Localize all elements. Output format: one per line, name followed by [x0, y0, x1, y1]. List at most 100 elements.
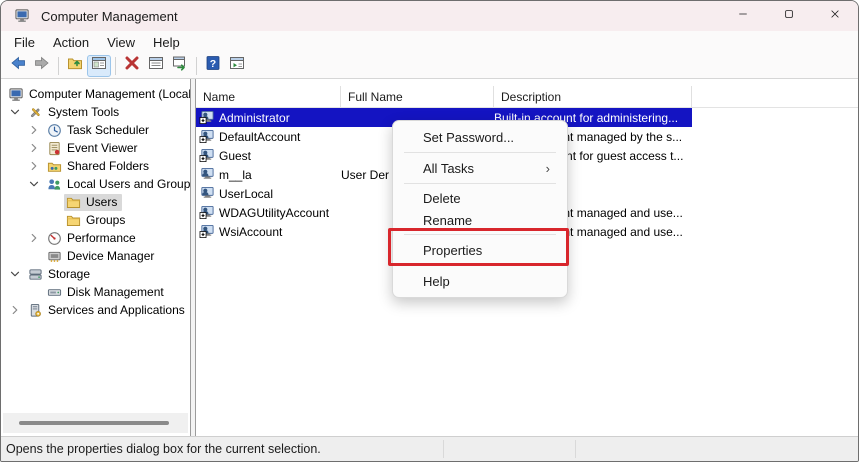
- toolbar-button-help-question[interactable]: ?: [201, 55, 225, 77]
- shared-folders-icon: [47, 159, 62, 174]
- toolbar-separator: [196, 57, 197, 75]
- toolbar-button-forward-arrow[interactable]: [30, 55, 54, 77]
- column-header-name[interactable]: Name: [196, 86, 341, 107]
- tree-item-device-manager[interactable]: Device Manager: [1, 247, 190, 265]
- context-menu-item-rename[interactable]: Rename: [396, 209, 564, 231]
- tree-item-shared-folders[interactable]: Shared Folders: [1, 157, 190, 175]
- context-menu-item-delete[interactable]: Delete: [396, 187, 564, 209]
- user-account-icon-disabled: [199, 205, 215, 220]
- column-header-full-name[interactable]: Full Name: [341, 86, 494, 107]
- context-menu-item-label: Rename: [423, 213, 472, 228]
- tree-item-content: Device Manager: [45, 248, 159, 265]
- user-account-icon-disabled: [199, 224, 215, 239]
- toolbar-button-properties-window[interactable]: [144, 55, 168, 77]
- user-name-cell: m__la: [196, 165, 341, 184]
- menu-action[interactable]: Action: [44, 33, 98, 52]
- chevron-right-icon[interactable]: [8, 303, 22, 317]
- context-menu-item-label: Set Password...: [423, 130, 514, 145]
- tree-item-content: Local Users and Groups: [45, 176, 191, 193]
- tree-item-users[interactable]: Users: [1, 193, 190, 211]
- user-name-cell: DefaultAccount: [196, 127, 341, 146]
- user-name: UserLocal: [219, 187, 273, 201]
- tree-item-label: System Tools: [48, 105, 119, 119]
- folder-icon: [66, 195, 81, 210]
- tree-item-label: Users: [86, 195, 117, 209]
- tree-item-storage[interactable]: Storage: [1, 265, 190, 283]
- help-question-icon: ?: [204, 55, 222, 76]
- status-bar: Opens the properties dialog box for the …: [1, 436, 858, 461]
- column-header-description[interactable]: Description: [494, 86, 692, 107]
- tree-item-disk-management[interactable]: Disk Management: [1, 283, 190, 301]
- maximize-button[interactable]: [766, 1, 812, 31]
- task-scheduler-icon: [47, 123, 62, 138]
- tree-item-event-viewer[interactable]: Event Viewer: [1, 139, 190, 157]
- user-name: Administrator: [219, 111, 290, 125]
- window-title: Computer Management: [41, 9, 178, 24]
- status-bar-divider: [443, 440, 444, 458]
- computer-management-app-icon: [15, 8, 31, 24]
- tree-item-local-users-and-groups[interactable]: Local Users and Groups: [1, 175, 190, 193]
- tree-item-label: Performance: [67, 231, 136, 245]
- tree-scrollbar-thumb[interactable]: [19, 421, 169, 425]
- chevron-down-icon[interactable]: [8, 267, 22, 281]
- forward-arrow-icon: [33, 55, 51, 76]
- folder-icon: [66, 213, 81, 228]
- chevron-down-icon[interactable]: [8, 105, 22, 119]
- tree-item-services-and-applications[interactable]: Services and Applications: [1, 301, 190, 319]
- tree-item-groups[interactable]: Groups: [1, 211, 190, 229]
- chevron-right-icon[interactable]: [27, 231, 41, 245]
- tree-item-label: Event Viewer: [67, 141, 137, 155]
- tree-item-content: System Tools: [26, 104, 124, 121]
- tree-horizontal-scrollbar[interactable]: [3, 413, 188, 433]
- storage-icon: [28, 267, 43, 282]
- console-tree: Computer Management (Local System Tools Ta…: [1, 85, 190, 319]
- menu-file[interactable]: File: [5, 33, 44, 52]
- show-console-tree-icon: [90, 55, 108, 76]
- toolbar-button-up-one-level[interactable]: [63, 55, 87, 77]
- chevron-right-icon[interactable]: [27, 159, 41, 173]
- tree-item-label: Computer Management (Local: [29, 87, 191, 101]
- tree-item-label: Disk Management: [67, 285, 164, 299]
- toolbar-button-export-list[interactable]: [168, 55, 192, 77]
- chevron-right-icon[interactable]: [27, 141, 41, 155]
- context-menu: Set Password... All Tasks› Delete Rename Pro…: [392, 120, 568, 298]
- context-menu-item-help[interactable]: Help: [396, 269, 564, 293]
- close-button[interactable]: [812, 1, 858, 31]
- context-menu-separator: [404, 183, 556, 184]
- computer-icon: [9, 87, 24, 102]
- toolbar-button-show-action-pane[interactable]: [225, 55, 249, 77]
- menu-view[interactable]: View: [98, 33, 144, 52]
- chevron-right-icon[interactable]: [27, 123, 41, 137]
- minimize-button[interactable]: [720, 1, 766, 31]
- list-column-headers: NameFull NameDescription: [196, 86, 858, 108]
- tree-item-content: Shared Folders: [45, 158, 154, 175]
- users-groups-icon: [47, 177, 62, 192]
- close-icon: [829, 7, 841, 25]
- context-menu-item-all-tasks[interactable]: All Tasks›: [396, 156, 564, 180]
- user-name: DefaultAccount: [219, 130, 300, 144]
- show-action-pane-icon: [228, 55, 246, 76]
- user-account-icon-disabled: [199, 129, 215, 144]
- toolbar: ?: [1, 53, 858, 79]
- back-arrow-icon: [9, 55, 27, 76]
- chevron-down-icon[interactable]: [27, 177, 41, 191]
- tree-item-computer-management-local[interactable]: Computer Management (Local: [1, 85, 190, 103]
- context-menu-item-properties[interactable]: Properties: [396, 238, 564, 262]
- tree-item-content: Performance: [45, 230, 141, 247]
- toolbar-button-delete-x[interactable]: [120, 55, 144, 77]
- user-name-cell: Guest: [196, 146, 341, 165]
- tree-item-content: Groups: [64, 212, 130, 229]
- context-menu-separator: [404, 265, 556, 266]
- tree-item-content: Task Scheduler: [45, 122, 154, 139]
- toolbar-button-show-console-tree[interactable]: [87, 55, 111, 77]
- tree-item-label: Device Manager: [67, 249, 154, 263]
- toolbar-button-back-arrow[interactable]: [6, 55, 30, 77]
- tree-item-performance[interactable]: Performance: [1, 229, 190, 247]
- status-text: Opens the properties dialog box for the …: [6, 442, 321, 456]
- context-menu-item-set-password[interactable]: Set Password...: [396, 125, 564, 149]
- tree-item-system-tools[interactable]: System Tools: [1, 103, 190, 121]
- menu-help[interactable]: Help: [144, 33, 189, 52]
- tree-item-content: Disk Management: [45, 284, 169, 301]
- tree-item-content: Computer Management (Local: [7, 86, 191, 103]
- tree-item-task-scheduler[interactable]: Task Scheduler: [1, 121, 190, 139]
